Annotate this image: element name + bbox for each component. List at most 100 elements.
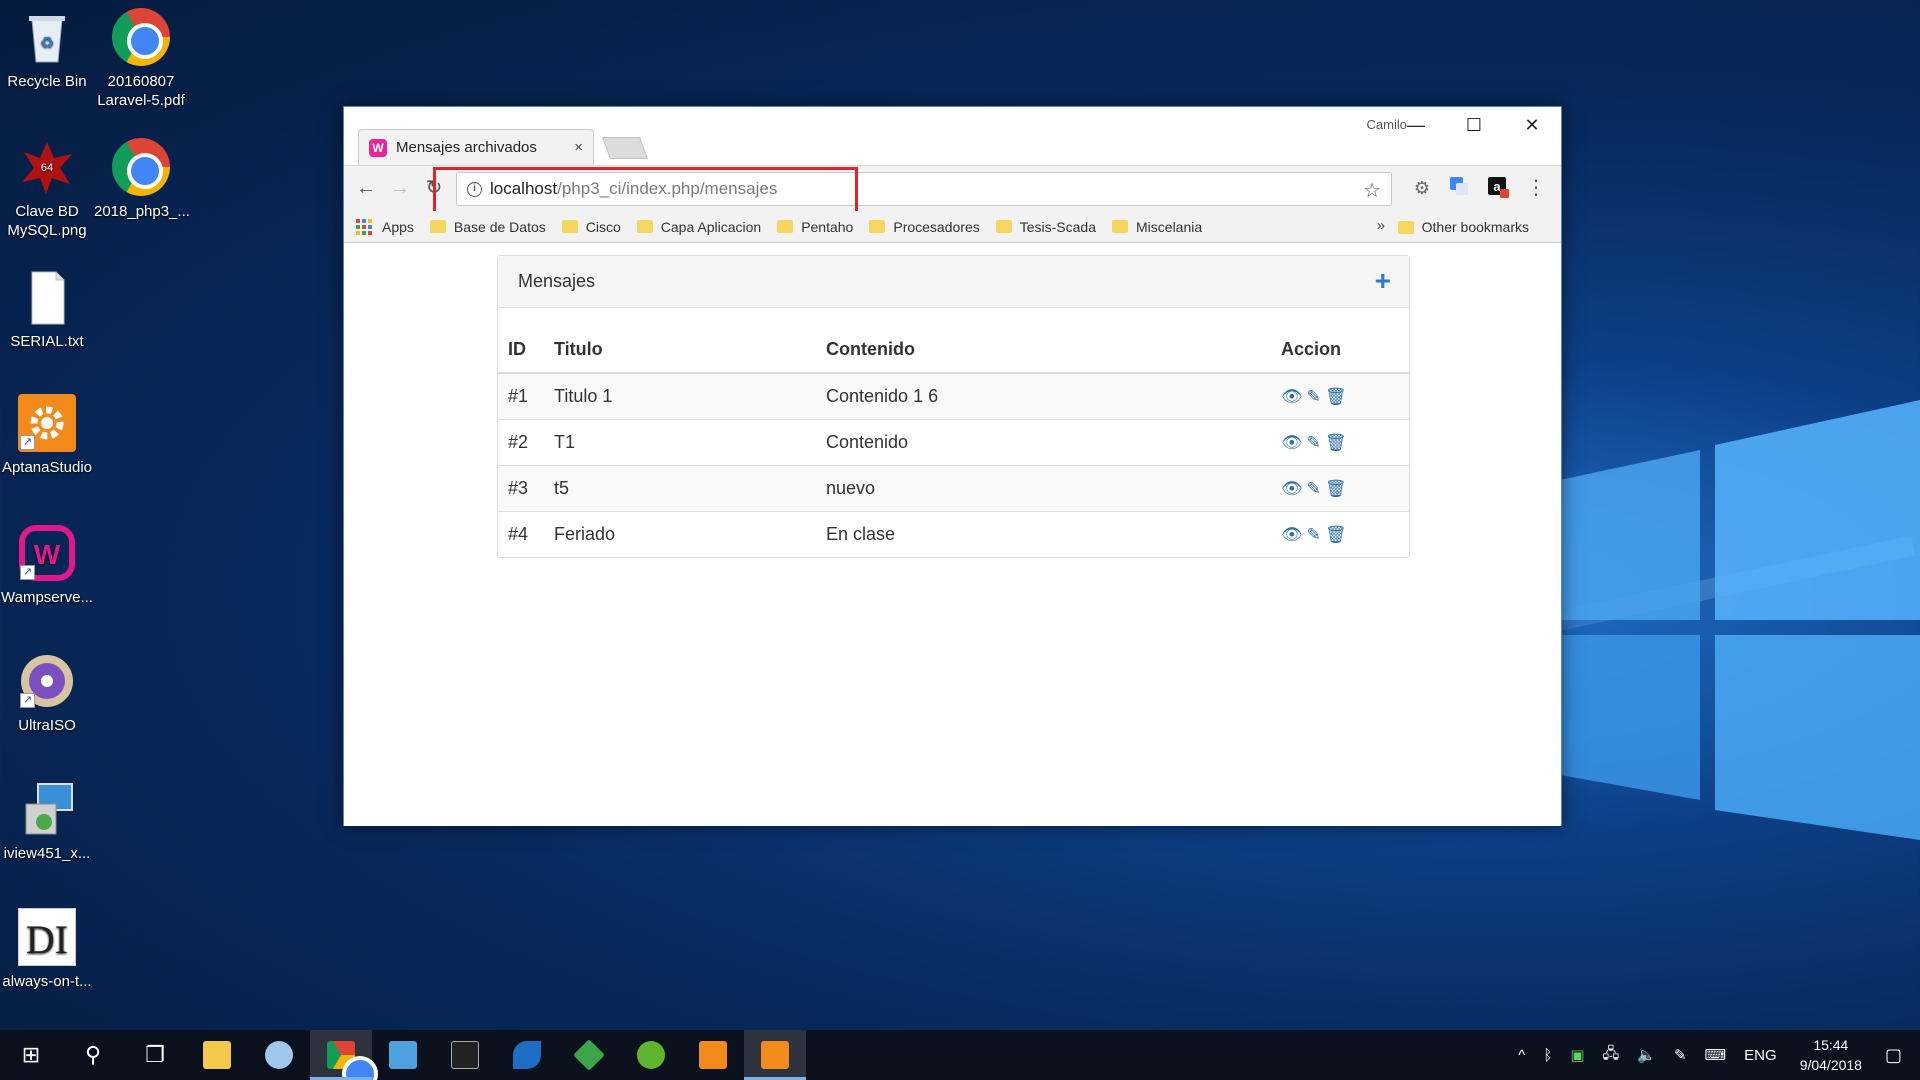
- add-message-button[interactable]: +: [1375, 267, 1391, 295]
- edit-icon[interactable]: ✎: [1307, 433, 1321, 453]
- clock[interactable]: 15:44 9/04/2018: [1800, 1035, 1862, 1075]
- network-icon[interactable]: 🖧: [1603, 1043, 1620, 1068]
- site-info-icon[interactable]: i: [467, 181, 482, 197]
- bookmark-star-icon[interactable]: ☆: [1363, 178, 1381, 203]
- taskbar-paint[interactable]: [248, 1030, 310, 1080]
- cell-id: #1: [498, 372, 544, 419]
- desktop-icon-label: always-on-t...: [2, 973, 92, 990]
- chrome-icon: [112, 138, 170, 196]
- bookmark-folder[interactable]: Tesis-Scada: [995, 218, 1097, 235]
- taskbar-sublime[interactable]: [558, 1030, 620, 1080]
- svg-text:64: 64: [41, 162, 53, 174]
- new-tab-button[interactable]: [601, 137, 649, 159]
- back-button[interactable]: ←: [354, 176, 378, 200]
- taskbar-mysql-workbench[interactable]: [496, 1030, 558, 1080]
- start-button[interactable]: ⊞: [0, 1030, 62, 1080]
- view-icon[interactable]: 👁: [1281, 433, 1303, 453]
- other-bookmarks[interactable]: Other bookmarks: [1397, 211, 1529, 243]
- wampserver-tray-icon[interactable]: ▣: [1570, 1046, 1584, 1064]
- taskbar-aptana[interactable]: [682, 1030, 744, 1080]
- reload-button[interactable]: ↻: [422, 176, 446, 200]
- forward-button[interactable]: →: [388, 176, 412, 200]
- bookmark-apps[interactable]: Apps: [356, 218, 414, 235]
- view-icon[interactable]: 👁: [1281, 387, 1303, 407]
- bookmark-label: Pentaho: [801, 218, 854, 235]
- mensajes-panel: Mensajes + ID Titulo Contenido Accion #1…: [497, 255, 1410, 558]
- desktop-icon-serial[interactable]: SERIAL.txt: [0, 268, 94, 351]
- bookmark-folder[interactable]: Base de Datos: [429, 219, 546, 235]
- maximize-button[interactable]: ☐: [1445, 107, 1503, 143]
- edit-icon[interactable]: ✎: [1307, 525, 1321, 545]
- desktop-icon-php3[interactable]: 2018_php3_...: [94, 138, 190, 221]
- search-icon[interactable]: ⚲: [62, 1030, 124, 1080]
- minimize-button[interactable]: —: [1387, 107, 1445, 143]
- bookmark-folder[interactable]: Procesadores: [869, 218, 980, 235]
- tray-chevron-icon[interactable]: ^: [1518, 1047, 1525, 1064]
- bookmark-label: Tesis-Scada: [1019, 218, 1097, 235]
- language-indicator[interactable]: ENG: [1744, 1047, 1777, 1064]
- browser-tab[interactable]: W Mensajes archivados ×: [358, 129, 594, 165]
- desktop-icon-wampserver[interactable]: W ↗ Wampserve...: [0, 524, 94, 607]
- desktop-icon-ultraiso[interactable]: ↗ UltraISO: [0, 652, 94, 735]
- desktop-icon-iview[interactable]: iview451_x...: [0, 780, 94, 863]
- desktop-icon-label: SERIAL.txt: [10, 333, 84, 350]
- extension-amazon-icon[interactable]: a: [1486, 176, 1510, 200]
- desktop-icon-label: 20160807 Laravel-5.pdf: [97, 73, 185, 109]
- tab-close-icon[interactable]: ×: [574, 139, 583, 156]
- desktop-icon-clave-bd[interactable]: 64 Clave BD MySQL.png: [0, 138, 94, 240]
- bookmark-folder[interactable]: Pentaho: [777, 219, 853, 235]
- taskbar-heidisql[interactable]: [620, 1030, 682, 1080]
- extension-translate-icon[interactable]: [1447, 176, 1471, 200]
- folder-icon: [777, 220, 794, 233]
- volume-icon[interactable]: 🔈: [1637, 1046, 1656, 1064]
- taskbar-file-explorer[interactable]: [186, 1030, 248, 1080]
- desktop-icon-label: AptanaStudio: [1, 459, 93, 476]
- taskbar-chrome[interactable]: [310, 1030, 378, 1080]
- shark-icon: [513, 1041, 541, 1069]
- delete-icon[interactable]: 🗑: [1325, 479, 1347, 499]
- delete-icon[interactable]: 🗑: [1325, 387, 1347, 407]
- messages-table: ID Titulo Contenido Accion #1 Titulo 1 C…: [498, 327, 1409, 557]
- edit-icon[interactable]: ✎: [1307, 479, 1321, 499]
- notifications-icon[interactable]: ▢: [1885, 1045, 1902, 1066]
- cell-titulo: Feriado: [544, 510, 816, 557]
- cell-titulo: Titulo 1: [544, 372, 816, 419]
- bookmarks-overflow-button[interactable]: »: [1377, 217, 1385, 234]
- cell-contenido: Contenido 1 6: [816, 372, 1271, 419]
- chrome-menu-icon[interactable]: ⋮: [1524, 176, 1548, 200]
- desktop-icon-aptana[interactable]: ↗ AptanaStudio: [0, 394, 94, 477]
- shortcut-arrow-icon: ↗: [20, 565, 35, 580]
- recycle-bin-icon: ♻: [18, 8, 76, 66]
- desktop-icon-label: Clave BD MySQL.png: [7, 203, 87, 239]
- bookmark-label: Procesadores: [893, 218, 980, 235]
- bluetooth-icon[interactable]: ᛒ: [1543, 1047, 1552, 1064]
- text-file-icon: [18, 268, 76, 326]
- taskbar-aptana-2[interactable]: [744, 1030, 806, 1080]
- delete-icon[interactable]: 🗑: [1325, 433, 1347, 453]
- close-window-button[interactable]: ✕: [1503, 107, 1561, 143]
- cell-contenido: En clase: [816, 510, 1271, 557]
- edit-icon[interactable]: ✎: [1307, 387, 1321, 407]
- panel-heading: Mensajes +: [498, 256, 1409, 308]
- pen-icon[interactable]: ✎: [1674, 1046, 1687, 1064]
- folder-icon: [1112, 220, 1129, 233]
- chrome-icon: [327, 1041, 378, 1080]
- taskbar-terminal[interactable]: [434, 1030, 496, 1080]
- keyboard-icon[interactable]: ⌨: [1705, 1046, 1727, 1064]
- desktop-icon-label: iview451_x...: [3, 845, 91, 862]
- cell-id: #3: [498, 464, 544, 511]
- app-window-icon: [389, 1041, 417, 1069]
- view-icon[interactable]: 👁: [1281, 479, 1303, 499]
- taskbar-app-window[interactable]: [372, 1030, 434, 1080]
- desktop-icon-always-on-top[interactable]: DI always-on-t...: [0, 908, 94, 991]
- desktop-icon-laravel-pdf[interactable]: 20160807 Laravel-5.pdf: [94, 8, 188, 110]
- address-bar[interactable]: i localhost/php3_ci/index.php/mensajes ☆: [456, 172, 1392, 206]
- bookmark-folder[interactable]: Miscelania: [1112, 219, 1202, 235]
- delete-icon[interactable]: 🗑: [1325, 525, 1347, 545]
- desktop-icon-recycle-bin[interactable]: ♻ Recycle Bin: [0, 8, 94, 91]
- view-icon[interactable]: 👁: [1281, 525, 1303, 545]
- task-view-icon[interactable]: ❐: [124, 1030, 186, 1080]
- extension-gear-icon[interactable]: ⚙: [1410, 176, 1434, 200]
- bookmark-folder[interactable]: Cisco: [561, 219, 621, 235]
- bookmark-folder[interactable]: Capa Aplicacion: [636, 219, 761, 235]
